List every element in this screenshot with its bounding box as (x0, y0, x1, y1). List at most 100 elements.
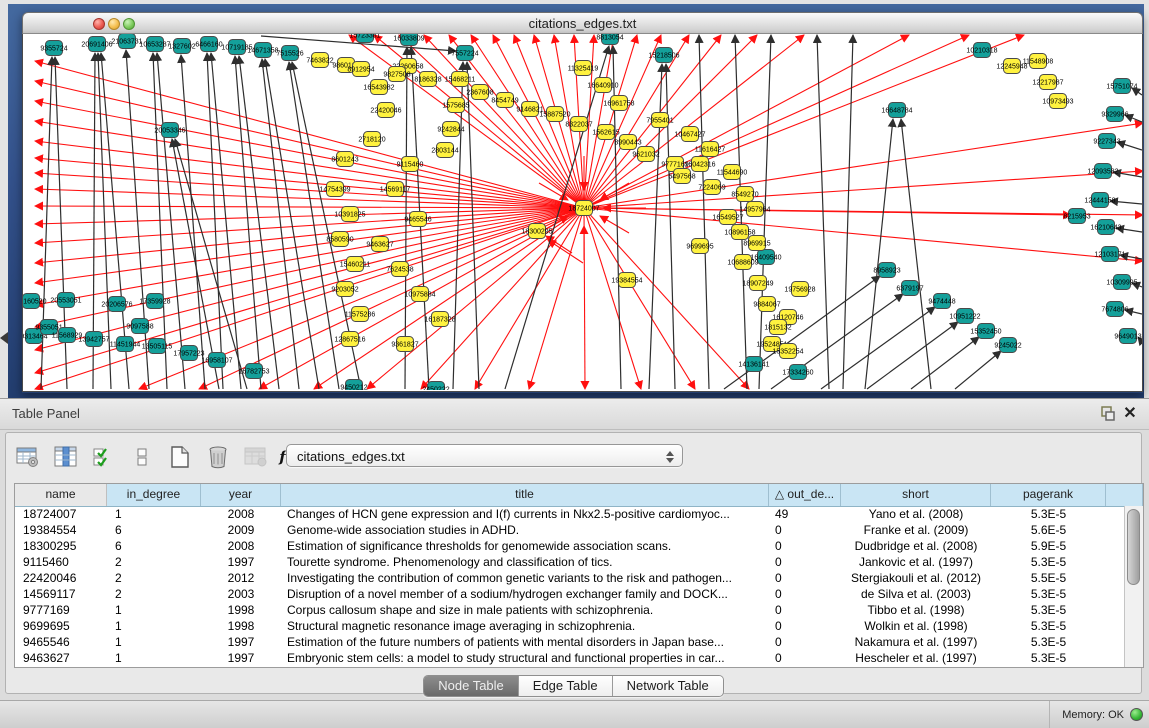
graph-edge (289, 62, 339, 389)
column-header-title[interactable]: title (281, 484, 769, 506)
cell-year: 1997 (201, 650, 281, 666)
column-header-year[interactable]: year (201, 484, 281, 506)
table-mode-icon[interactable] (14, 443, 42, 471)
cell-pagerank: 5.3E-5 (991, 586, 1106, 602)
graph-node-label: 1815132 (764, 325, 791, 332)
column-header-short[interactable]: short (841, 484, 991, 506)
network-table-selector[interactable]: citations_edges.txt (286, 444, 683, 467)
table-row[interactable]: 1830029562008Estimation of significance … (15, 538, 1125, 554)
graph-edge (584, 35, 804, 208)
graph-edge (584, 208, 1071, 215)
close-panel-icon[interactable]: ✕ (1121, 405, 1139, 423)
graph-node-label: 9884067 (753, 302, 780, 309)
table-vertical-scrollbar[interactable] (1124, 506, 1143, 667)
network-window-titlebar[interactable]: citations_edges.txt (22, 12, 1143, 34)
cell-title: Investigating the contribution of common… (281, 570, 769, 586)
citation-network-graph[interactable]: 9355724206914062106373110653287132760264… (23, 34, 1142, 390)
graph-node-label: 9621032 (632, 152, 659, 159)
graph-edge (955, 351, 1001, 389)
table-panel-title: Table Panel (12, 406, 80, 421)
cell-name: 9463627 (15, 650, 107, 666)
delete-rows-icon[interactable] (204, 443, 232, 471)
graph-node-label: 12103171 (1094, 252, 1125, 259)
cell-out_degree: 0 (769, 570, 841, 586)
graph-node-label: 8990443 (614, 140, 641, 147)
table-row[interactable]: 2242004622012Investigating the contribut… (15, 570, 1125, 586)
graph-node-label: 8601243 (331, 157, 358, 164)
graph-node-label: 10688609 (727, 260, 758, 267)
graph-node-label: 9115460 (397, 162, 424, 169)
row-height-icon[interactable] (128, 443, 156, 471)
cell-in_degree: 6 (107, 538, 201, 554)
network-window[interactable]: citations_edges.txt 93557242069140621063… (22, 12, 1143, 393)
table-row[interactable]: 946554611997Estimation of the future num… (15, 634, 1125, 650)
table-header-row: namein_degreeyeartitle△ out_de...shortpa… (15, 484, 1143, 507)
graph-edge (584, 35, 909, 208)
cell-pagerank: 5.3E-5 (991, 618, 1106, 634)
cell-out_degree: 0 (769, 634, 841, 650)
table-row[interactable]: 977716911998Corpus callosum shape and si… (15, 602, 1125, 618)
cell-name: 22420046 (15, 570, 107, 586)
graph-node-label: 18724007 (568, 206, 599, 213)
column-header-name[interactable]: name (15, 484, 107, 506)
tab-edge-table[interactable]: Edge Table (519, 676, 613, 696)
column-header-in_degree[interactable]: in_degree (107, 484, 201, 506)
graph-node-label: 11616427 (695, 147, 726, 154)
cell-year: 2008 (201, 538, 281, 554)
table-row[interactable]: 969969511998Structural magnetic resonanc… (15, 618, 1125, 634)
graph-node-label: 16543982 (363, 85, 394, 92)
cell-short: Yano et al. (2008) (841, 506, 991, 522)
graph-node-label: 1575685 (442, 103, 469, 110)
scrollbar-thumb[interactable] (1127, 509, 1140, 585)
panel-collapse-arrow-icon[interactable] (0, 332, 8, 344)
graph-node-label: 16549527 (712, 215, 743, 222)
float-panel-icon[interactable] (1099, 405, 1117, 423)
table-row[interactable]: 1456911722003Disruption of a novel membe… (15, 586, 1125, 602)
column-header-out_degree[interactable]: △ out_de... (769, 484, 841, 506)
show-column-icon[interactable] (52, 443, 80, 471)
new-table-icon[interactable] (166, 443, 194, 471)
graph-node-label: 11325419 (568, 66, 599, 73)
table-panel-body: f(x) citations_edges.txt namein_degreeye… (5, 432, 1142, 694)
cell-name: 18300295 (15, 538, 107, 554)
table-row[interactable]: 911546021997Tourette syndrome. Phenomeno… (15, 554, 1125, 570)
tab-network-table[interactable]: Network Table (613, 676, 723, 696)
cell-year: 2009 (201, 522, 281, 538)
select-rows-icon[interactable] (90, 443, 118, 471)
column-header-pagerank[interactable]: pagerank (991, 484, 1106, 506)
column-header-filler (1106, 484, 1143, 506)
graph-edge (901, 119, 931, 389)
graph-node-label: 10391825 (334, 212, 365, 219)
graph-edge (666, 64, 675, 389)
graph-node-label: 14136141 (738, 362, 769, 369)
graph-node-label: 13505115 (142, 344, 173, 351)
graph-edge (262, 59, 299, 389)
table-row[interactable]: 1938455462009Genome-wide association stu… (15, 522, 1125, 538)
graph-node-label: 7463822 (306, 58, 333, 65)
table-rows: 1872400712008Changes of HCN gene express… (15, 506, 1125, 667)
cell-name: 14569117 (15, 586, 107, 602)
graph-node-label: 12245948 (996, 64, 1027, 71)
cell-in_degree: 1 (107, 506, 201, 522)
cell-in_degree: 2 (107, 570, 201, 586)
graph-node-label: 7557224 (451, 51, 478, 58)
table-row[interactable]: 946362711997Embryonic stem cells: a mode… (15, 650, 1125, 666)
tab-node-table[interactable]: Node Table (424, 676, 519, 696)
graph-node-label: 19756928 (784, 287, 815, 294)
table-panel: Table Panel ✕ (0, 398, 1149, 701)
cell-out_degree: 0 (769, 650, 841, 666)
cell-out_degree: 49 (769, 506, 841, 522)
graph-node-label: 2450222 (422, 387, 449, 391)
graph-node-label: 10951222 (949, 314, 980, 321)
cell-pagerank: 5.9E-5 (991, 538, 1106, 554)
graph-node-label: 2803144 (431, 148, 458, 155)
graph-edge (867, 322, 958, 389)
graph-node-label: 9699695 (686, 244, 713, 251)
graph-node-label: 7674806 (1101, 307, 1128, 314)
cell-name: 9777169 (15, 602, 107, 618)
cell-out_degree: 0 (769, 602, 841, 618)
table-row[interactable]: 1872400712008Changes of HCN gene express… (15, 506, 1125, 522)
network-canvas[interactable]: 9355724206914062106373110653287132760264… (22, 34, 1143, 392)
memory-ok-indicator-icon (1130, 708, 1143, 721)
cell-name: 19384554 (15, 522, 107, 538)
